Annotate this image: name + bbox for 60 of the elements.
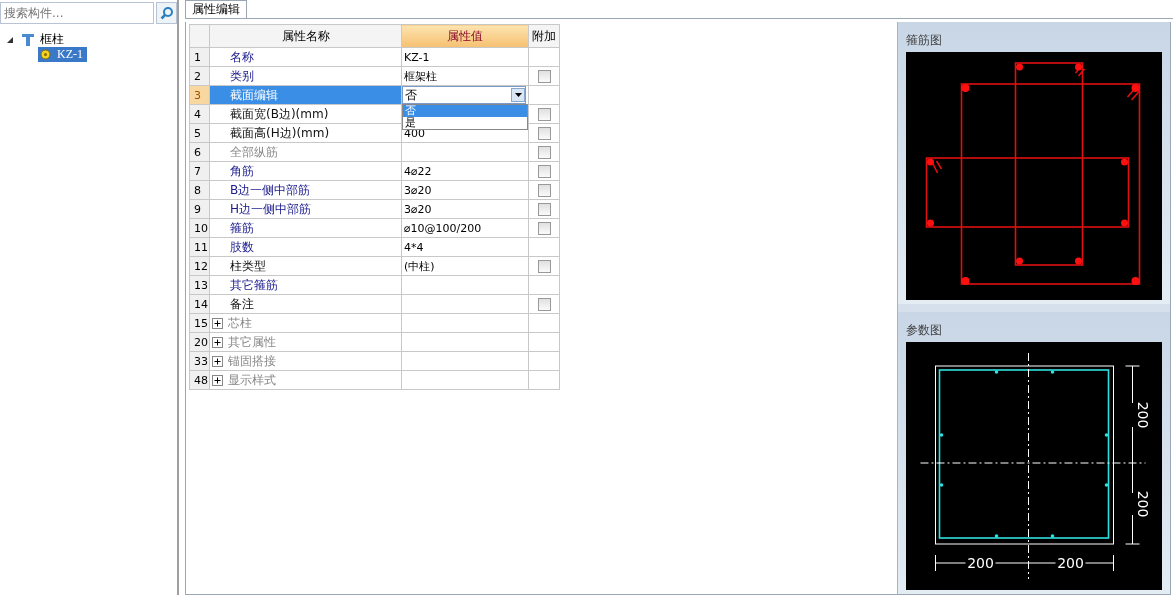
column-header: 属性名称 bbox=[209, 24, 402, 48]
property-name: 锚固搭接 bbox=[228, 352, 276, 370]
property-name: 备注 bbox=[229, 295, 254, 313]
tree-item[interactable]: 框柱 bbox=[38, 31, 66, 48]
panel-title: 参数图 bbox=[906, 322, 943, 339]
property-name: 柱类型 bbox=[229, 257, 266, 275]
dimension-label: 200 bbox=[1134, 490, 1151, 518]
expand-arrow-icon[interactable] bbox=[6, 35, 14, 44]
checkbox[interactable] bbox=[537, 108, 551, 121]
column-header: 附加 bbox=[528, 24, 560, 48]
property-name: 截面编辑 bbox=[229, 86, 278, 104]
property-value: ⌀10@100/200 bbox=[403, 222, 482, 235]
checkbox[interactable] bbox=[537, 127, 551, 140]
property-name: B边一侧中部筋 bbox=[229, 181, 311, 199]
dropdown-caret-icon[interactable] bbox=[511, 88, 525, 102]
property-name: 其它属性 bbox=[228, 333, 276, 351]
tree-item[interactable]: KZ-1 bbox=[38, 47, 87, 62]
property-value: 4*4 bbox=[403, 241, 424, 254]
tab[interactable]: 属性编辑 bbox=[185, 0, 247, 18]
property-name: 显示样式 bbox=[228, 371, 276, 389]
property-name: 全部纵筋 bbox=[229, 143, 278, 161]
property-name: 类别 bbox=[229, 67, 254, 85]
dimension-label: 200 bbox=[1057, 555, 1084, 571]
search-field[interactable]: 搜索构件... bbox=[0, 2, 154, 24]
property-name: 箍筋 bbox=[229, 219, 254, 237]
property-name: 截面高(H边)(mm) bbox=[229, 124, 330, 142]
dimension-label: 200 bbox=[967, 555, 994, 571]
property-value: KZ-1 bbox=[403, 51, 430, 64]
expand-icon[interactable] bbox=[212, 336, 223, 348]
property-name: 芯柱 bbox=[228, 314, 252, 332]
property-name: 其它箍筋 bbox=[229, 276, 278, 294]
property-value: (中柱) bbox=[403, 259, 435, 273]
checkbox[interactable] bbox=[537, 70, 551, 83]
property-value: 框架柱 bbox=[403, 69, 437, 83]
property-name: 肢数 bbox=[229, 238, 254, 256]
column-header: 属性值 bbox=[401, 24, 529, 48]
search-button[interactable] bbox=[156, 2, 177, 24]
checkbox[interactable] bbox=[537, 184, 551, 197]
checkbox[interactable] bbox=[537, 222, 551, 235]
property-value: 3⌀20 bbox=[403, 184, 432, 197]
checkbox[interactable] bbox=[537, 146, 551, 159]
checkbox[interactable] bbox=[537, 165, 551, 178]
expand-icon[interactable] bbox=[212, 355, 223, 367]
property-value: 4⌀22 bbox=[403, 165, 432, 178]
property-name: 名称 bbox=[229, 48, 254, 66]
property-name: 截面宽(B边)(mm) bbox=[229, 105, 329, 123]
property-value: 3⌀20 bbox=[403, 203, 432, 216]
expand-icon[interactable] bbox=[212, 317, 223, 329]
property-name: H边一侧中部筋 bbox=[229, 200, 312, 218]
column-icon bbox=[21, 32, 35, 47]
component-icon bbox=[40, 49, 51, 60]
panel-title: 箍筋图 bbox=[906, 32, 943, 49]
expand-icon[interactable] bbox=[212, 374, 223, 386]
checkbox[interactable] bbox=[537, 260, 551, 273]
property-name: 角筋 bbox=[229, 162, 254, 180]
dropdown-option[interactable]: 是 bbox=[403, 117, 527, 129]
dimension-label: 200 bbox=[1134, 401, 1151, 429]
search-icon bbox=[159, 6, 174, 20]
checkbox[interactable] bbox=[537, 298, 551, 311]
checkbox[interactable] bbox=[537, 203, 551, 216]
